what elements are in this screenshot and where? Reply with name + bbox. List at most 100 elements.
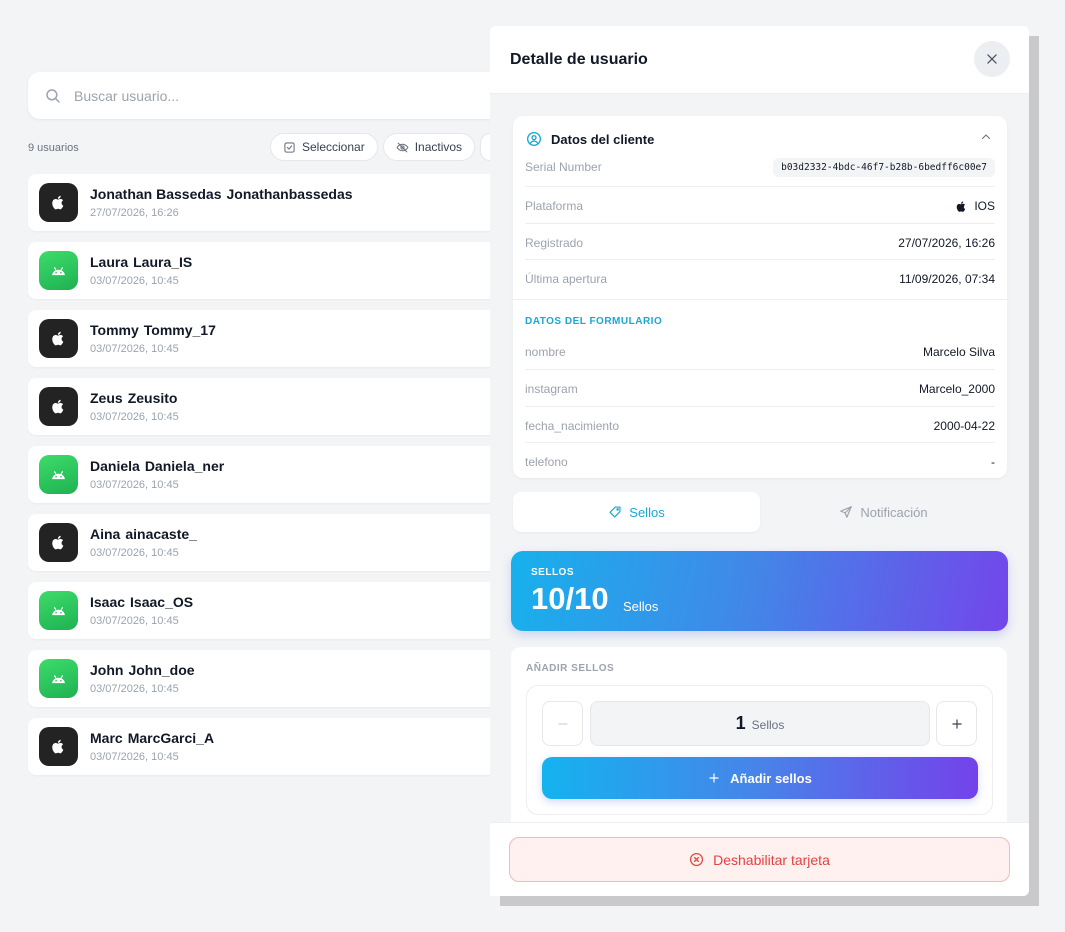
user-name: Aina ainacaste_ bbox=[90, 526, 197, 542]
user-row[interactable]: Aina ainacaste_ 03/07/2026, 10:45 bbox=[28, 514, 498, 571]
tab-notification-label: Notificación bbox=[860, 504, 928, 520]
inactive-filter-button[interactable]: Inactivos bbox=[382, 133, 476, 161]
user-first-name: Tommy bbox=[90, 322, 139, 338]
user-date: 03/07/2026, 10:45 bbox=[90, 683, 179, 695]
disable-card-button[interactable]: Deshabilitar tarjeta bbox=[509, 837, 1010, 882]
user-name: Isaac Isaac_OS bbox=[90, 594, 193, 610]
user-first-name: John bbox=[90, 662, 124, 678]
apple-icon bbox=[52, 739, 64, 754]
tag-icon bbox=[609, 506, 621, 518]
decrement-button[interactable] bbox=[542, 701, 583, 746]
user-first-name: Jonathan Bassedas bbox=[90, 186, 222, 202]
apple-icon bbox=[52, 535, 64, 550]
client-data-header[interactable]: Datos del cliente bbox=[526, 129, 654, 149]
apple-icon bbox=[52, 399, 64, 414]
user-date: 03/07/2026, 10:45 bbox=[90, 547, 179, 559]
user-row-text: Aina ainacaste_ 03/07/2026, 10:45 bbox=[90, 526, 197, 559]
user-row[interactable]: John John_doe 03/07/2026, 10:45 bbox=[28, 650, 498, 707]
client-data-title: Datos del cliente bbox=[551, 131, 655, 147]
platform-avatar bbox=[39, 591, 78, 630]
user-first-name: Laura bbox=[90, 254, 129, 270]
divider bbox=[525, 223, 995, 224]
user-row-text: Laura Laura_IS 03/07/2026, 10:45 bbox=[90, 254, 192, 287]
user-row[interactable]: Zeus Zeusito 03/07/2026, 10:45 bbox=[28, 378, 498, 435]
user-first-name: Marc bbox=[90, 730, 123, 746]
android-icon bbox=[52, 267, 65, 276]
close-button[interactable] bbox=[974, 41, 1010, 77]
user-row[interactable]: Jonathan Bassedas Jonathanbassedas 27/07/2… bbox=[28, 174, 498, 231]
quantity-unit: Sellos bbox=[751, 718, 785, 732]
section-divider bbox=[513, 299, 1007, 300]
x-circle-icon bbox=[690, 852, 704, 867]
client-data-card: Datos del cliente Serial Number b03d2332… bbox=[513, 116, 1007, 478]
platform-avatar bbox=[39, 727, 78, 766]
increment-button[interactable] bbox=[936, 701, 977, 746]
platform-value: IOS bbox=[955, 199, 995, 213]
user-name: Marc MarcGarci_A bbox=[90, 730, 214, 746]
panel-footer: Deshabilitar tarjeta bbox=[490, 822, 1029, 896]
last-open-value: 11/09/2026, 07:34 bbox=[899, 272, 995, 286]
form-value: Marcelo Silva bbox=[922, 345, 995, 359]
user-date: 03/07/2026, 10:45 bbox=[90, 479, 179, 491]
platform-avatar bbox=[39, 319, 78, 358]
select-button[interactable]: Seleccionar bbox=[270, 133, 378, 161]
divider bbox=[525, 406, 995, 407]
close-icon bbox=[987, 54, 997, 64]
user-row[interactable]: Daniela Daniela_ner 03/07/2026, 10:45 bbox=[28, 446, 498, 503]
checkbox-icon bbox=[284, 141, 295, 153]
last-open-label: Última apertura bbox=[525, 272, 608, 286]
user-row[interactable]: Laura Laura_IS 03/07/2026, 10:45 bbox=[28, 242, 498, 299]
user-first-name: Isaac bbox=[90, 594, 126, 610]
user-name: Daniela Daniela_ner bbox=[90, 458, 224, 474]
platform-value-text: IOS bbox=[974, 199, 995, 213]
android-icon bbox=[52, 607, 65, 616]
serial-value: b03d2332-4bdc-46f7-b28b-6bedff6c00e7 bbox=[773, 157, 995, 177]
user-row-text: Tommy Tommy_17 03/07/2026, 10:45 bbox=[90, 322, 216, 355]
user-date: 03/07/2026, 10:45 bbox=[90, 411, 179, 423]
user-row[interactable]: Isaac Isaac_OS 03/07/2026, 10:45 bbox=[28, 582, 498, 639]
stamps-unit: Sellos bbox=[623, 599, 659, 614]
panel-title: Detalle de usuario bbox=[510, 50, 648, 68]
stamps-summary-label: SELLOS bbox=[531, 567, 575, 578]
quantity-field[interactable]: 1 Sellos bbox=[590, 701, 930, 746]
user-first-name: Aina bbox=[90, 526, 121, 542]
serial-label: Serial Number bbox=[525, 160, 602, 174]
user-date: 03/07/2026, 10:45 bbox=[90, 343, 179, 355]
panel-header: Detalle de usuario bbox=[490, 26, 1029, 94]
user-row[interactable]: Tommy Tommy_17 03/07/2026, 10:45 bbox=[28, 310, 498, 367]
divider bbox=[525, 369, 995, 370]
form-key: fecha_nacimiento bbox=[525, 419, 620, 433]
user-name: John John_doe bbox=[90, 662, 195, 678]
platform-avatar bbox=[39, 659, 78, 698]
user-detail-panel: Detalle de usuario Datos del cliente Ser… bbox=[490, 26, 1029, 896]
panel-tabs: Sellos Notificación bbox=[513, 492, 1007, 534]
user-list: Jonathan Bassedas Jonathanbassedas 27/07/2… bbox=[28, 174, 498, 775]
user-handle: Jonathanbassedas bbox=[226, 186, 353, 202]
quantity-value: 1 bbox=[735, 713, 746, 733]
user-handle: Tommy_17 bbox=[143, 322, 216, 338]
minus-icon bbox=[557, 722, 568, 725]
platform-row: Plataforma IOS bbox=[525, 196, 995, 216]
inactive-filter-label: Inactivos bbox=[414, 140, 463, 154]
filter-bar: Seleccionar Inactivos bbox=[270, 133, 501, 161]
tab-stamps[interactable]: Sellos bbox=[513, 492, 760, 532]
user-date: 03/07/2026, 10:45 bbox=[90, 751, 179, 763]
platform-avatar bbox=[39, 183, 78, 222]
user-row[interactable]: Marc MarcGarci_A 03/07/2026, 10:45 bbox=[28, 718, 498, 775]
send-icon bbox=[840, 506, 853, 518]
search-input[interactable] bbox=[74, 87, 454, 104]
stamps-summary-card: SELLOS 10/10 Sellos bbox=[511, 551, 1008, 631]
search-bar[interactable] bbox=[28, 72, 508, 119]
android-icon bbox=[52, 471, 65, 480]
select-button-label: Seleccionar bbox=[302, 140, 365, 154]
disable-card-label: Deshabilitar tarjeta bbox=[713, 851, 830, 868]
add-stamps-button[interactable]: Añadir sellos bbox=[542, 757, 978, 799]
form-value: Marcelo_2000 bbox=[918, 382, 995, 396]
user-handle: John_doe bbox=[128, 662, 195, 678]
user-date: 03/07/2026, 10:45 bbox=[90, 615, 179, 627]
tab-notification[interactable]: Notificación bbox=[760, 492, 1007, 532]
user-date: 03/07/2026, 10:45 bbox=[90, 275, 179, 287]
chevron-up-icon[interactable] bbox=[980, 131, 992, 143]
user-name: Tommy Tommy_17 bbox=[90, 322, 216, 338]
plus-icon bbox=[951, 718, 962, 729]
